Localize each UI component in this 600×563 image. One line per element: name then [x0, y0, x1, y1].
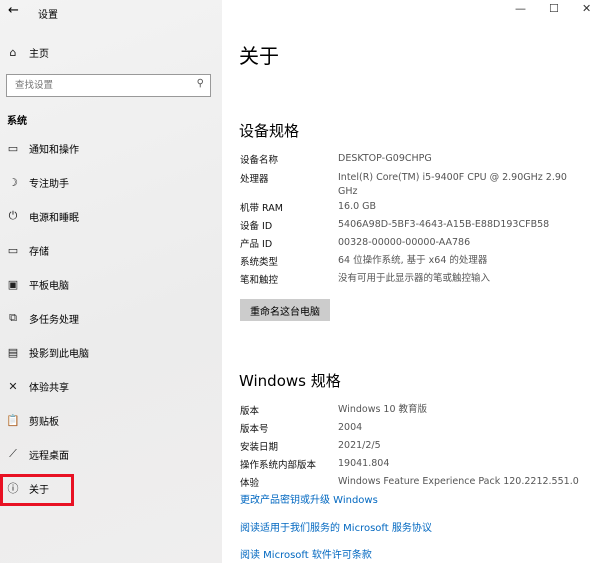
nav-icon: ☽ [8, 175, 18, 189]
sidebar-item-8[interactable]: 📋 剪贴板 [0, 405, 222, 435]
spec-key: 处理器 [240, 174, 269, 185]
sidebar-item-5[interactable]: ⧉ 多任务处理 [0, 303, 222, 333]
nav-icon: ▭ [7, 243, 19, 257]
spec-key: 安装日期 [240, 442, 279, 453]
nav-label: 远程桌面 [29, 450, 69, 462]
device-spec-row: 系统类型 64 位操作系统, 基于 x64 的处理器 [240, 254, 578, 268]
license-terms-link[interactable]: 阅读 Microsoft 软件许可条款 [240, 546, 372, 561]
windows-spec-row: 安装日期 2021/2/5 [240, 439, 598, 453]
sidebar-item-home[interactable]: ⌂ 主页 [0, 37, 222, 67]
nav-label: 平板电脑 [29, 280, 69, 292]
spec-key: 版本号 [240, 424, 269, 435]
nav-icon: 📋 [6, 413, 20, 427]
spec-key: 产品 ID [240, 239, 273, 250]
home-label: 主页 [29, 48, 49, 60]
main-content: — ☐ ✕ 关于 设备规格 设备名称 DESKTOP-G09CHPG 处理器 Inte… [222, 0, 600, 563]
nav-label: 多任务处理 [29, 314, 79, 326]
rename-pc-button[interactable]: 重命名这台电脑 [240, 299, 330, 321]
spec-value: DESKTOP-G09CHPG [338, 153, 432, 164]
spec-value: 64 位操作系统, 基于 x64 的处理器 [338, 255, 488, 266]
spec-value: 19041.804 [338, 458, 390, 469]
nav-label: 剪贴板 [29, 416, 59, 428]
spec-value: 5406A98D-5BF3-4643-A15B-E88D193CFB58 [338, 219, 550, 230]
back-icon[interactable]: ← [8, 3, 19, 18]
device-spec-row: 设备名称 DESKTOP-G09CHPG [240, 152, 578, 166]
search-input[interactable] [7, 75, 187, 96]
nav-icon: ⟋ [9, 447, 17, 460]
nav-label: 专注助手 [29, 178, 69, 190]
windows-specs-heading: Windows 规格 [239, 372, 341, 390]
nav-icon: ▭ [7, 141, 19, 155]
search-icon[interactable]: ⚲ [197, 78, 204, 89]
sidebar-item-4[interactable]: ▣ 平板电脑 [0, 269, 222, 299]
sidebar-item-1[interactable]: ☽ 专注助手 [0, 167, 222, 197]
nav-label: 通知和操作 [29, 144, 79, 156]
nav-label: 投影到此电脑 [29, 348, 89, 360]
spec-key: 版本 [240, 406, 260, 417]
windows-spec-row: 操作系统内部版本 19041.804 [240, 457, 598, 471]
nav-icon: ✕ [8, 379, 18, 393]
spec-value: Windows Feature Experience Pack 120.2212… [338, 476, 579, 487]
sidebar-item-0[interactable]: ▭ 通知和操作 [0, 133, 222, 163]
spec-value: Windows 10 教育版 [338, 404, 428, 415]
page-title: 关于 [239, 44, 279, 68]
spec-key: 笔和触控 [240, 275, 279, 286]
nav-icon: ▣ [7, 277, 19, 291]
spec-value: 没有可用于此显示器的笔或触控输入 [338, 273, 491, 284]
minimize-button[interactable]: — [515, 2, 526, 15]
sidebar-item-2[interactable]: ⏻ 电源和睡眠 [0, 201, 222, 231]
spec-value: 2021/2/5 [338, 440, 381, 451]
sidebar-item-3[interactable]: ▭ 存储 [0, 235, 222, 265]
spec-key: 体验 [240, 478, 260, 489]
windows-spec-row: 版本号 2004 [240, 421, 598, 435]
about-highlight-box [0, 474, 74, 506]
nav-label: 体验共享 [29, 382, 69, 394]
spec-value: Intel(R) Core(TM) i5-9400F CPU @ 2.90GHz… [338, 172, 567, 197]
spec-value: 16.0 GB [338, 201, 377, 212]
spec-value: 2004 [338, 422, 363, 433]
nav-icon: ▤ [7, 345, 19, 359]
windows-spec-row: 版本 Windows 10 教育版 [240, 403, 598, 417]
sidebar-item-9[interactable]: ⟋ 远程桌面 [0, 439, 222, 469]
spec-value: 00328-00000-00000-AA786 [338, 237, 471, 248]
device-spec-row: 产品 ID 00328-00000-00000-AA786 [240, 236, 578, 250]
sidebar-item-7[interactable]: ✕ 体验共享 [0, 371, 222, 401]
device-spec-row: 机带 RAM 16.0 GB [240, 200, 578, 214]
spec-key: 设备名称 [240, 155, 279, 166]
nav-label: 存储 [29, 246, 49, 258]
close-button[interactable]: ✕ [582, 2, 591, 15]
spec-key: 操作系统内部版本 [240, 460, 317, 471]
device-specs-heading: 设备规格 [239, 122, 300, 140]
device-spec-row: 设备 ID 5406A98D-5BF3-4643-A15B-E88D193CFB5… [240, 218, 578, 232]
windows-spec-row: 体验 Windows Feature Experience Pack 120.22… [240, 475, 598, 489]
device-spec-row: 处理器 Intel(R) Core(TM) i5-9400F CPU @ 2.90… [240, 171, 578, 199]
maximize-button[interactable]: ☐ [549, 2, 559, 15]
search-box[interactable]: ⚲ [6, 74, 211, 97]
sidebar-item-6[interactable]: ▤ 投影到此电脑 [0, 337, 222, 367]
service-agreement-link[interactable]: 阅读适用于我们服务的 Microsoft 服务协议 [240, 519, 432, 534]
spec-key: 设备 ID [240, 221, 273, 232]
window-title: 设置 [38, 10, 58, 21]
spec-key: 系统类型 [240, 257, 279, 268]
upgrade-link[interactable]: 更改产品密钥或升级 Windows [240, 491, 378, 506]
section-heading: 系统 [7, 116, 27, 127]
home-icon: ⌂ [9, 45, 17, 59]
nav-icon: ⏻ [8, 209, 18, 222]
nav-icon: ⧉ [9, 311, 17, 324]
spec-key: 机带 RAM [240, 203, 283, 214]
device-spec-row: 笔和触控 没有可用于此显示器的笔或触控输入 [240, 272, 578, 286]
nav-label: 电源和睡眠 [29, 212, 79, 224]
sidebar: ← 设置 ⌂ 主页 ⚲ 系统 ▭ 通知和操作 ☽ 专注助手 ⏻ 电源和睡眠 ▭ 存储 ▣ 平板电脑… [0, 0, 222, 563]
